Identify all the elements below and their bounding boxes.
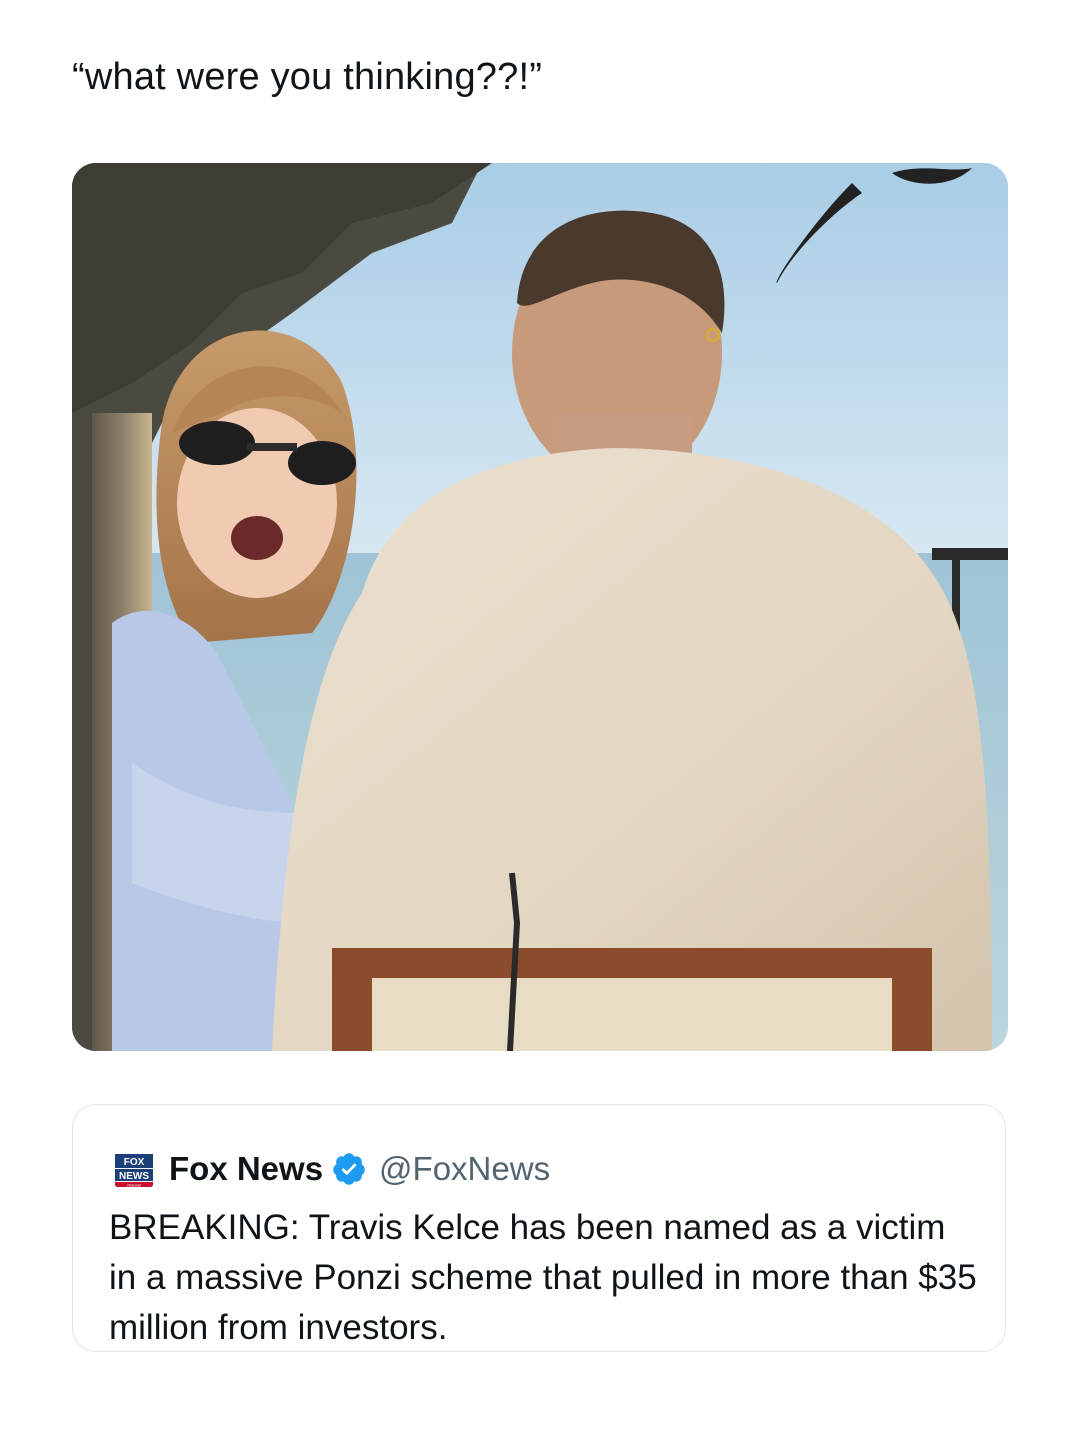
logo-news-text: NEWS	[119, 1171, 149, 1182]
post-photo[interactable]	[72, 163, 1008, 1051]
tweet-screenshot: “what were you thinking??!” FOX NEWS cha…	[0, 0, 1080, 1440]
quoted-tweet-text: BREAKING: Travis Kelce has been named as…	[109, 1208, 977, 1347]
verified-badge-icon	[333, 1153, 365, 1185]
fox-news-avatar[interactable]: FOX NEWS channel	[109, 1144, 159, 1194]
quoted-tweet-card[interactable]: FOX NEWS channel Fox News @FoxNews BREAK…	[72, 1104, 1006, 1352]
quoted-handle[interactable]: @FoxNews	[379, 1150, 550, 1188]
logo-channel-text: channel	[127, 1183, 141, 1188]
post-text: “what were you thinking??!”	[72, 56, 543, 98]
quoted-tweet-header: FOX NEWS channel Fox News @FoxNews	[109, 1143, 550, 1195]
quoted-display-name[interactable]: Fox News	[169, 1150, 323, 1188]
photo-illustration	[72, 163, 1008, 1051]
fox-news-logo-icon: FOX NEWS channel	[109, 1144, 159, 1194]
logo-fox-text: FOX	[124, 1157, 145, 1168]
